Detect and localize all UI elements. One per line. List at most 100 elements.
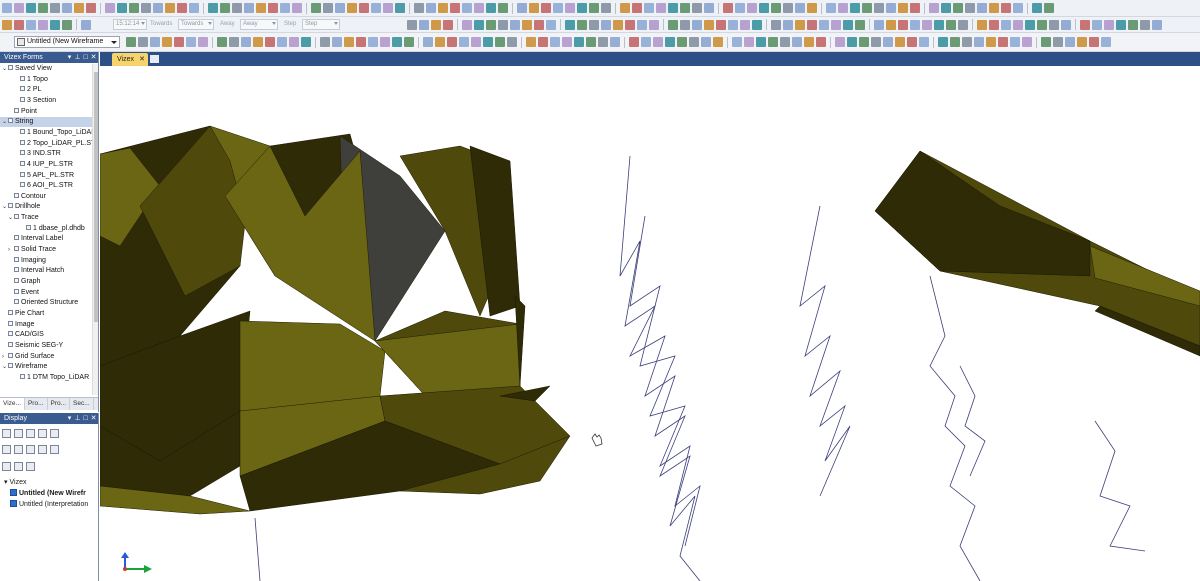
- toolbar-tool-icon[interactable]: [620, 3, 630, 13]
- toolbar-tool-icon[interactable]: [50, 3, 60, 13]
- toolbar-tool-icon[interactable]: [934, 19, 944, 30]
- toolbar-tool-icon[interactable]: [819, 19, 829, 30]
- display-refresh-icon[interactable]: [2, 462, 11, 471]
- toolbar-tool-icon[interactable]: [462, 19, 472, 30]
- toolbar-tool-icon[interactable]: [1065, 37, 1075, 47]
- toolbar-tool-icon[interactable]: [414, 3, 424, 13]
- toolbar-tool-icon[interactable]: [665, 37, 675, 47]
- toolbar-tool-icon[interactable]: [807, 3, 817, 13]
- toolbar-tool-icon[interactable]: [301, 37, 311, 47]
- tree-item[interactable]: Interval Label: [0, 234, 92, 244]
- toolbar-tool-icon[interactable]: [244, 3, 254, 13]
- toolbar-tool-icon[interactable]: [510, 19, 520, 30]
- toolbar-tool-icon[interactable]: [941, 3, 951, 13]
- toolbar-tool-icon[interactable]: [874, 3, 884, 13]
- toolbar-tool-icon[interactable]: [495, 37, 505, 47]
- toolbar-tool-icon[interactable]: [380, 37, 390, 47]
- toolbar-tool-icon[interactable]: [1025, 19, 1035, 30]
- toolbar-tool-icon[interactable]: [704, 19, 714, 30]
- toolbar-tool-icon[interactable]: [546, 19, 556, 30]
- toolbar-tool-icon[interactable]: [189, 3, 199, 13]
- toolbar-tool-icon[interactable]: [747, 3, 757, 13]
- viewport-canvas[interactable]: [100, 66, 1200, 581]
- display-layer-item[interactable]: Untitled (Interpretation: [10, 500, 88, 510]
- toolbar-tool-icon[interactable]: [474, 3, 484, 13]
- tree-item[interactable]: 1 dbase_pl.dhdb: [0, 224, 92, 234]
- layer-select[interactable]: Untitled (New Wireframe: [14, 36, 120, 48]
- toolbar-tool-icon[interactable]: [977, 19, 987, 30]
- toolbar-tool-icon[interactable]: [644, 3, 654, 13]
- toolbar-tool-icon[interactable]: [150, 37, 160, 47]
- toolbar-tool-icon[interactable]: [795, 19, 805, 30]
- toolbar-tool-icon[interactable]: [347, 3, 357, 13]
- toolbar-tool-icon[interactable]: [843, 19, 853, 30]
- toolbar-tool-icon[interactable]: [958, 19, 968, 30]
- layer-visibility-checkbox[interactable]: [10, 489, 17, 496]
- toolbar-tool-icon[interactable]: [629, 37, 639, 47]
- toolbar-tool-icon[interactable]: [541, 3, 551, 13]
- toolbar-tool-icon[interactable]: [637, 19, 647, 30]
- toolbar-tool-icon[interactable]: [898, 19, 908, 30]
- chevron-down-icon[interactable]: ⌄: [2, 64, 7, 74]
- toolbar-tool-icon[interactable]: [1101, 37, 1111, 47]
- toolbar-tool-icon[interactable]: [517, 3, 527, 13]
- toolbar-tool-icon[interactable]: [1013, 3, 1023, 13]
- toolbar-tool-icon[interactable]: [989, 19, 999, 30]
- toolbar-tool-icon[interactable]: [553, 3, 563, 13]
- toolbar-tool-icon[interactable]: [744, 37, 754, 47]
- toolbar-tool-icon[interactable]: [692, 19, 702, 30]
- tree-item[interactable]: 5 APL_PL.STR: [0, 171, 92, 181]
- toolbar-tool-icon[interactable]: [756, 37, 766, 47]
- toolbar-tool-icon[interactable]: [117, 3, 127, 13]
- toolbar-tool-icon[interactable]: [1116, 19, 1126, 30]
- toolbar-tool-icon[interactable]: [526, 37, 536, 47]
- toolbar-tool-icon[interactable]: [998, 37, 1008, 47]
- toolbar-tool-icon[interactable]: [950, 37, 960, 47]
- chevron-right-icon[interactable]: ›: [8, 245, 13, 255]
- toolbar-tool-icon[interactable]: [323, 3, 333, 13]
- toolbar-tool-icon[interactable]: [38, 3, 48, 13]
- display-sort-icon[interactable]: [14, 429, 23, 438]
- toolbar-tool-icon[interactable]: [1152, 19, 1162, 30]
- toolbar-tool-icon[interactable]: [1089, 37, 1099, 47]
- toolbar-tool-icon[interactable]: [474, 19, 484, 30]
- toolbar-tool-icon[interactable]: [198, 37, 208, 47]
- pin-icon[interactable]: ⊥: [74, 415, 81, 422]
- toolbar-tool-icon[interactable]: [577, 3, 587, 13]
- toolbar-tool-icon[interactable]: [344, 37, 354, 47]
- tree-item[interactable]: › Solid Trace: [0, 245, 92, 255]
- toolbar-tool-icon[interactable]: [447, 37, 457, 47]
- toolbar-tool-icon[interactable]: [965, 3, 975, 13]
- display-layer-item[interactable]: Untitled (New Wirefr: [10, 489, 86, 499]
- tree-item[interactable]: ⌄ String: [0, 117, 92, 128]
- close-icon[interactable]: ✕: [139, 53, 145, 66]
- toolbar-tool-icon[interactable]: [792, 37, 802, 47]
- toolbar-tool-icon[interactable]: [217, 37, 227, 47]
- step-select[interactable]: Step: [302, 19, 340, 30]
- toolbar-tool-icon[interactable]: [589, 19, 599, 30]
- toolbar-tool-icon[interactable]: [1104, 19, 1114, 30]
- toolbar-tool-icon[interactable]: [831, 19, 841, 30]
- toolbar-tool-icon[interactable]: [804, 37, 814, 47]
- toolbar-tool-icon[interactable]: [871, 37, 881, 47]
- toolbar-tool-icon[interactable]: [907, 37, 917, 47]
- toolbar-tool-icon[interactable]: [886, 19, 896, 30]
- toolbar-tool-icon[interactable]: [771, 19, 781, 30]
- toolbar-tool-icon[interactable]: [483, 37, 493, 47]
- dropdown-icon[interactable]: ▾: [66, 415, 73, 422]
- toolbar-tool-icon[interactable]: [419, 19, 429, 30]
- toolbar-tool-icon[interactable]: [1044, 3, 1054, 13]
- chevron-down-icon[interactable]: ⌄: [8, 213, 13, 223]
- toolbar-tool-icon[interactable]: [74, 3, 84, 13]
- toolbar-tool-icon[interactable]: [62, 19, 72, 30]
- maximize-icon[interactable]: □: [82, 415, 89, 422]
- toolbar-tool-icon[interactable]: [392, 37, 402, 47]
- chevron-down-icon[interactable]: ⌄: [2, 117, 7, 127]
- toolbar-tool-icon[interactable]: [220, 3, 230, 13]
- toolbar-tool-icon[interactable]: [601, 19, 611, 30]
- toolbar-tool-icon[interactable]: [586, 37, 596, 47]
- tree-item[interactable]: Point: [0, 107, 92, 117]
- toolbar-tool-icon[interactable]: [874, 19, 884, 30]
- toolbar-tool-icon[interactable]: [371, 3, 381, 13]
- toolbar-tool-icon[interactable]: [498, 19, 508, 30]
